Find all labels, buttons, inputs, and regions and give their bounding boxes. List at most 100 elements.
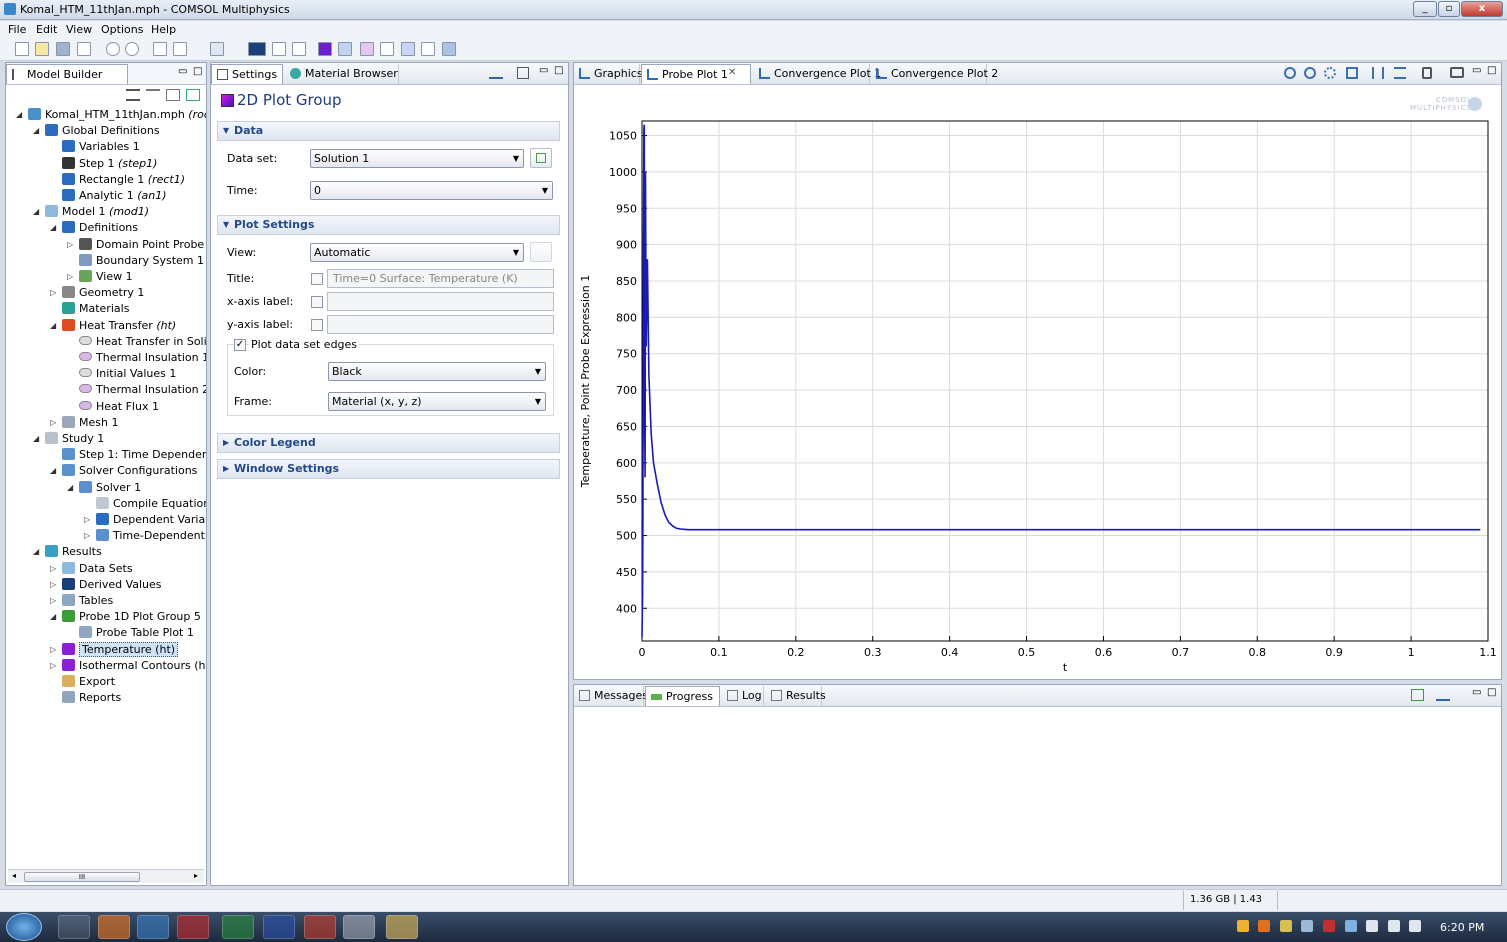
redo-icon[interactable] xyxy=(125,42,139,56)
tab-log[interactable]: Log xyxy=(722,686,764,706)
close-tab-icon[interactable]: ✕ xyxy=(728,67,736,78)
acrobat-icon[interactable] xyxy=(177,915,209,939)
table-icon[interactable] xyxy=(380,42,394,56)
scroll-left-icon[interactable]: ◂ xyxy=(12,871,16,880)
yaxis-field[interactable] xyxy=(327,315,554,334)
zoom-box-icon[interactable] xyxy=(1324,67,1336,79)
tree-item[interactable]: Materials xyxy=(62,301,129,317)
tree-item[interactable]: Heat Transfer in Solids xyxy=(79,334,206,350)
internet-explorer-icon[interactable] xyxy=(137,915,169,939)
plot-icon[interactable] xyxy=(489,67,503,79)
expand-icon[interactable]: ▷ xyxy=(50,561,56,577)
parameters-icon[interactable] xyxy=(210,42,224,56)
edit-icon[interactable] xyxy=(292,42,306,56)
menu-edit[interactable]: Edit xyxy=(36,23,57,36)
show-icon[interactable] xyxy=(166,89,180,101)
zoom-in-icon[interactable] xyxy=(1284,67,1296,79)
expand-icon[interactable]: ▷ xyxy=(50,658,56,674)
collapse-icon[interactable]: ◢ xyxy=(33,431,39,447)
tray-icon-3[interactable] xyxy=(1280,920,1292,932)
probe-plot-chart[interactable]: 0 0.1 0.2 0.3 0.4 0.5 0.6 0.7 0.8 0.9 1 1.1 400 450 50… xyxy=(576,87,1499,677)
explorer-icon[interactable] xyxy=(386,915,418,939)
table-export-icon[interactable] xyxy=(1411,689,1424,701)
title-checkbox[interactable] xyxy=(311,273,323,285)
expand-icon[interactable]: ▷ xyxy=(84,512,90,528)
tree-item[interactable]: Analytic 1 (an1) xyxy=(62,188,167,204)
expand-icon[interactable]: ▷ xyxy=(67,269,73,285)
collapse-icon[interactable]: ◢ xyxy=(67,480,73,496)
volume-icon[interactable] xyxy=(1409,920,1421,932)
tab-model-builder[interactable]: Model Builder xyxy=(6,64,128,84)
collapse-icon[interactable]: ◢ xyxy=(50,318,56,334)
tree-item[interactable]: ▷ Temperature (ht) xyxy=(50,641,179,658)
xaxis-field[interactable] xyxy=(327,292,554,311)
tree-item[interactable]: ▷ Derived Values xyxy=(50,577,162,593)
tree-item[interactable]: Compile Equations xyxy=(96,496,206,512)
media-player-icon[interactable] xyxy=(58,915,90,939)
plot-options-icon[interactable] xyxy=(1436,689,1450,701)
tree-item[interactable]: ▷ Tables xyxy=(50,593,113,609)
powerpoint-icon[interactable] xyxy=(304,915,336,939)
undo-icon[interactable] xyxy=(106,42,120,56)
color-combo[interactable]: Black ▼ xyxy=(328,362,546,381)
tree-item[interactable]: ▷ Time-Dependent S xyxy=(84,528,206,544)
tree-item[interactable]: Export xyxy=(62,674,115,690)
tree-item[interactable]: Step 1: Time Dependent xyxy=(62,447,206,463)
maximize-icon[interactable]: □ xyxy=(1487,65,1496,76)
yaxis-checkbox[interactable] xyxy=(311,319,323,331)
tray-icon-4[interactable] xyxy=(1301,920,1313,932)
tree-item[interactable]: ◢ Global Definitions xyxy=(33,123,160,139)
tree-item[interactable]: Boundary System 1 (sy xyxy=(79,253,206,269)
action-center-icon[interactable] xyxy=(1366,920,1378,932)
expand-icon[interactable]: ▷ xyxy=(50,285,56,301)
section-color-legend[interactable]: ▶ Color Legend xyxy=(217,433,560,453)
tree-item[interactable]: ◢ Study 1 xyxy=(33,431,104,447)
axis-icon[interactable] xyxy=(1372,67,1384,79)
maximize-button[interactable]: ▫ xyxy=(1438,1,1460,17)
excel-icon[interactable] xyxy=(222,915,254,939)
expand-icon[interactable]: ▷ xyxy=(50,593,56,609)
tree-item[interactable]: Rectangle 1 (rect1) xyxy=(62,172,185,188)
tree-item[interactable]: Variables 1 xyxy=(62,139,140,155)
minimize-icon[interactable]: ▭ xyxy=(539,65,548,76)
zoom-extents-icon[interactable] xyxy=(1346,67,1358,79)
tree-item[interactable]: ▷ Isothermal Contours (ht) xyxy=(50,658,206,674)
data-set-combo[interactable]: Solution 1 ▼ xyxy=(310,149,524,168)
tree-options-icon[interactable] xyxy=(186,89,200,101)
view-settings-button[interactable] xyxy=(530,242,552,262)
tab-settings[interactable]: Settings xyxy=(211,64,283,84)
collapse-icon[interactable]: ◢ xyxy=(33,204,39,220)
zoom-out-icon[interactable] xyxy=(1304,67,1316,79)
tree-item[interactable]: ◢ Results xyxy=(33,544,102,560)
minimize-button[interactable]: _ xyxy=(1413,1,1437,17)
tree-item[interactable]: ◢ Komal_HTM_11thJan.mph (root) xyxy=(16,107,206,123)
start-button[interactable] xyxy=(6,913,42,941)
tree-item[interactable]: ▷ Dependent Variable xyxy=(84,512,206,528)
tray-icon-6[interactable] xyxy=(1345,920,1357,932)
derived-values-icon[interactable] xyxy=(248,42,266,56)
tree-item[interactable]: ◢ Definitions xyxy=(50,220,138,236)
tab-progress[interactable]: Progress xyxy=(645,686,720,706)
xaxis-checkbox[interactable] xyxy=(311,296,323,308)
plot-3d-group-icon[interactable] xyxy=(338,42,352,56)
tree-item[interactable]: Initial Values 1 xyxy=(79,366,176,382)
save-icon[interactable] xyxy=(56,42,70,56)
tree-item[interactable]: ▷ Geometry 1 xyxy=(50,285,144,301)
word-icon[interactable] xyxy=(263,915,295,939)
network-icon[interactable] xyxy=(1388,920,1400,932)
menu-options[interactable]: Options xyxy=(101,23,143,36)
expand-all-icon[interactable] xyxy=(126,89,140,101)
plot-2d-group-icon[interactable] xyxy=(318,42,332,56)
clock[interactable]: 6:20 PM xyxy=(1440,921,1484,934)
tree-item[interactable]: ▷ Mesh 1 xyxy=(50,415,118,431)
tab-convergence-plot-2[interactable]: Convergence Plot 2 xyxy=(871,64,998,84)
tree-horizontal-scrollbar[interactable]: ◂ III ▸ xyxy=(8,869,204,883)
minimize-icon[interactable]: ▭ xyxy=(1472,65,1481,76)
model-navigator-icon[interactable] xyxy=(173,42,187,56)
tree-item[interactable]: ▷ Data Sets xyxy=(50,561,133,577)
collapse-all-icon[interactable] xyxy=(146,89,160,101)
tree-item[interactable]: ◢ Model 1 (mod1) xyxy=(33,204,149,220)
tree-item[interactable]: ◢ Heat Transfer (ht) xyxy=(50,318,176,334)
comsol-taskbar-icon[interactable] xyxy=(343,915,375,939)
add-data-set-button[interactable] xyxy=(530,148,552,168)
